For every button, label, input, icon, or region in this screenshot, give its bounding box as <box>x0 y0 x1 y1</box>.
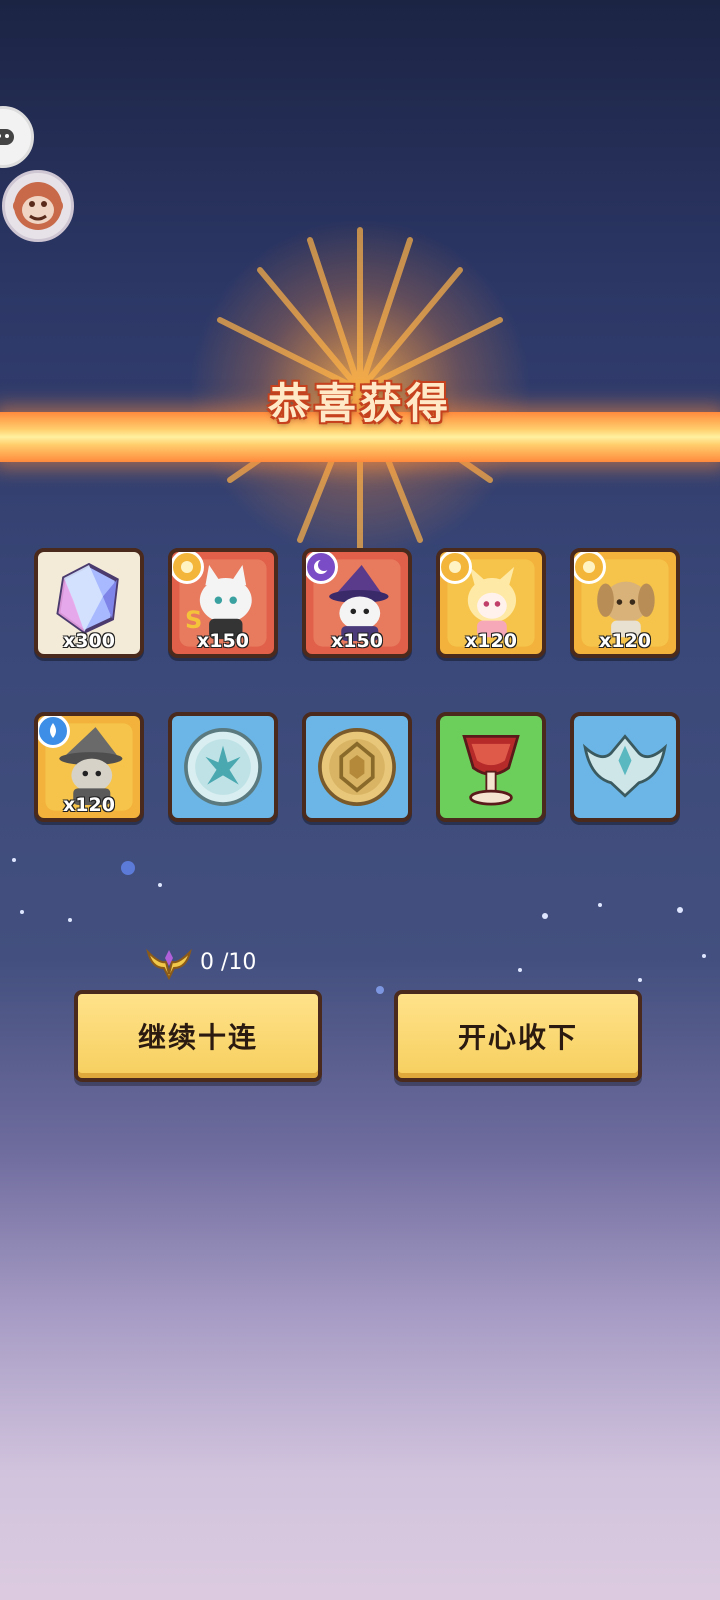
reward-card-gold-medal[interactable] <box>302 712 412 822</box>
floating-assistant-button[interactable] <box>0 106 34 168</box>
silver-medal-icon <box>184 728 262 806</box>
reward-card-crystal[interactable]: x300 <box>34 548 144 658</box>
page-title: 恭喜获得 <box>267 379 452 428</box>
reward-quantity: x120 <box>63 794 115 816</box>
gold-medal-icon <box>318 728 396 806</box>
reward-card-white-cat-fragment[interactable]: S x150 <box>168 548 278 658</box>
pity-counter-text: 0 /10 <box>200 949 257 975</box>
reward-card-red-goblet[interactable] <box>436 712 546 822</box>
reward-card-silver-crown[interactable] <box>570 712 680 822</box>
reward-quantity: x150 <box>331 630 383 652</box>
face-icon <box>0 129 14 145</box>
reward-quantity: x150 <box>197 630 249 652</box>
reward-card-wizard-cat-fragment[interactable]: x150 <box>302 548 412 658</box>
sun-element-icon <box>172 552 204 584</box>
water-element-icon <box>38 716 70 748</box>
sun-element-icon <box>440 552 472 584</box>
silver-crown-icon <box>583 734 667 798</box>
moon-element-icon <box>306 552 338 584</box>
monkey-avatar-button[interactable] <box>2 170 74 242</box>
pity-counter: 0 /10 <box>146 944 256 980</box>
winged-trophy-icon <box>146 948 192 980</box>
accept-rewards-button[interactable]: 开心收下 <box>394 990 642 1082</box>
reward-card-gray-witch-fragment[interactable]: x120 <box>34 712 144 822</box>
reward-quantity: x120 <box>465 630 517 652</box>
monkey-icon <box>13 182 63 230</box>
reward-quantity: x300 <box>63 630 115 652</box>
reward-card-blonde-hero-fragment[interactable]: x120 <box>436 548 546 658</box>
reward-card-silver-medal[interactable] <box>168 712 278 822</box>
red-goblet-icon <box>462 735 520 806</box>
reward-quantity: x120 <box>599 630 651 652</box>
continue-ten-pull-button[interactable]: 继续十连 <box>74 990 322 1082</box>
reward-card-dog-hero-fragment[interactable]: x120 <box>570 548 680 658</box>
sun-element-icon <box>574 552 606 584</box>
